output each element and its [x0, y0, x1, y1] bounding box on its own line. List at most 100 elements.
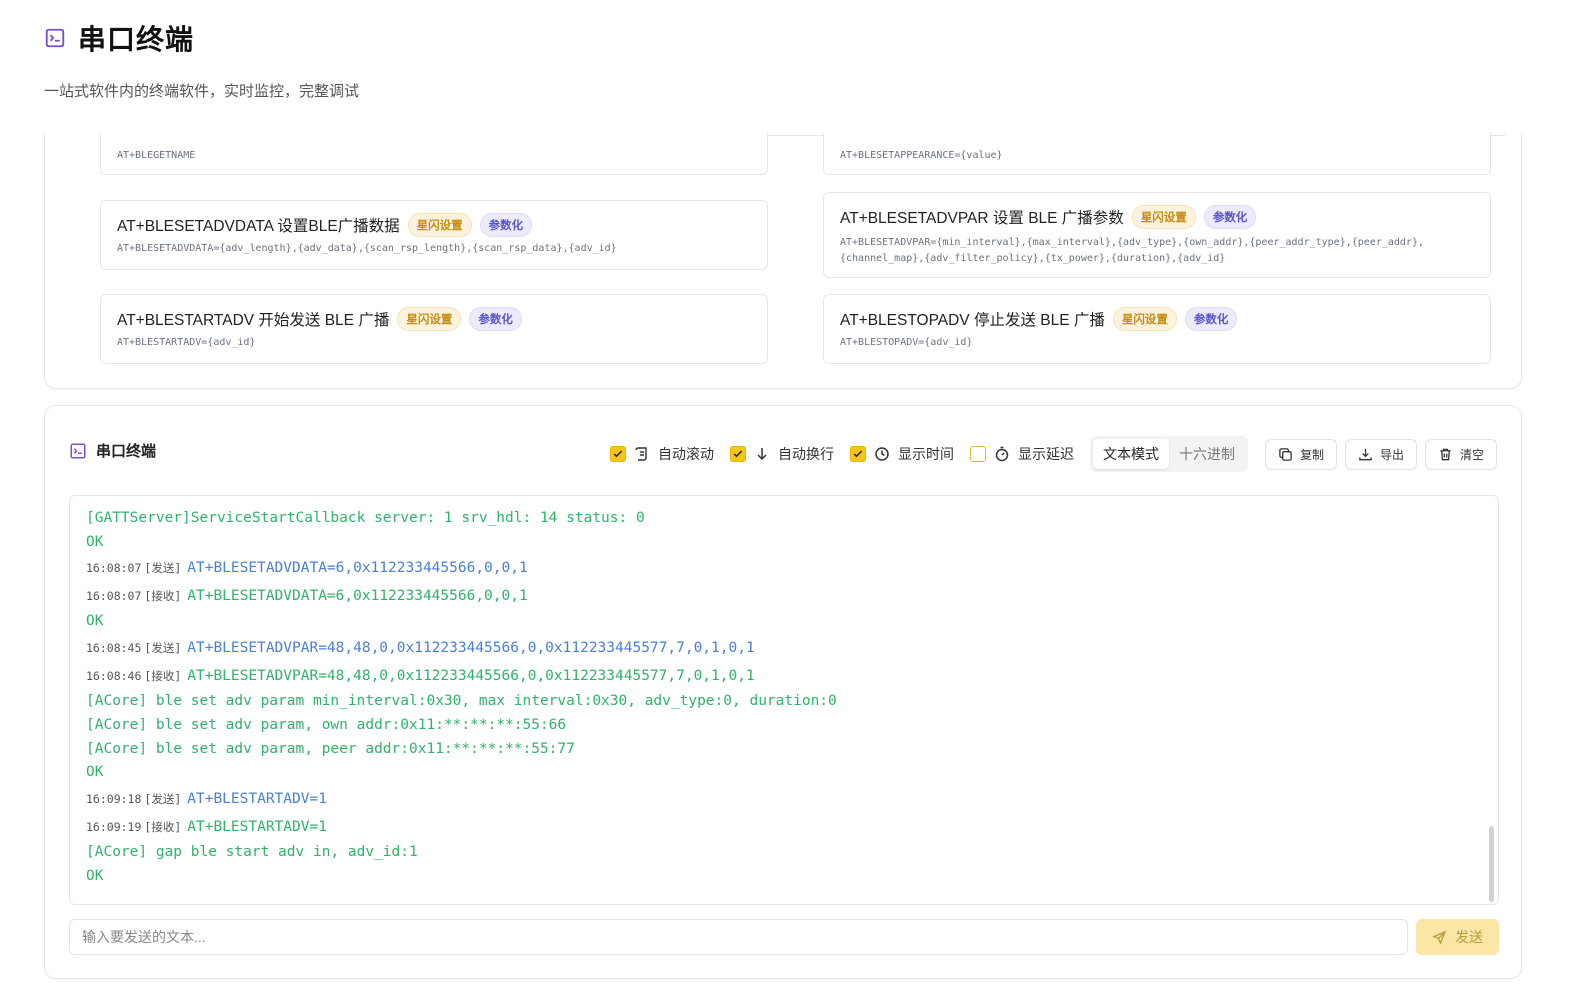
category-badge: 星闪设置	[397, 307, 462, 331]
arrow-down-icon	[754, 446, 770, 462]
log-text: [ACore] ble set adv param min_interval:0…	[86, 693, 837, 710]
log-text: [ACore] ble set adv param, peer addr:0x1…	[86, 740, 575, 757]
command-syntax: AT+BLESETAPPEARANCE={value}	[840, 150, 1003, 161]
log-text: OK	[86, 764, 104, 781]
command-syntax: AT+BLESTARTADV={adv_id}	[117, 337, 256, 348]
log-timestamp: 16:08:07	[86, 561, 142, 576]
log-line: [ACore] gap ble start adv in, adv_id:1	[86, 841, 1482, 865]
terminal-card: 串口终端 自动滚动 自动换行 显示时间 显示延迟 文本模式 十六进制 复制 导出…	[44, 405, 1522, 979]
log-timestamp: 16:09:18	[86, 791, 142, 806]
auto-wrap-checkbox[interactable]	[729, 446, 746, 462]
auto-scroll-label: 自动滚动	[657, 446, 714, 462]
param-badge: 参数化	[1203, 205, 1257, 229]
terminal-toolbar: 自动滚动 自动换行 显示时间 显示延迟 文本模式 十六进制 复制 导出 清空	[609, 436, 1497, 472]
log-text: OK	[86, 867, 104, 884]
log-text: OK	[86, 533, 104, 550]
command-item[interactable]: AT+BLESTOPADV 停止发送 BLE 广播 星闪设置 参数化 AT+BL…	[823, 294, 1491, 364]
log-line: OK	[86, 865, 1482, 889]
send-input[interactable]	[69, 919, 1408, 955]
log-line: OK	[86, 610, 1482, 634]
page-header: 串口终端	[44, 18, 194, 58]
scrollbar-thumb[interactable]	[1489, 826, 1494, 902]
category-badge: 星闪设置	[407, 213, 472, 237]
copy-label: 复制	[1299, 447, 1324, 462]
send-label: 发送	[1455, 929, 1483, 945]
log-text: AT+BLESTARTADV=1	[187, 790, 327, 807]
log-line: OK	[86, 761, 1482, 785]
auto-scroll-option[interactable]: 自动滚动	[609, 444, 714, 464]
param-badge: 参数化	[469, 307, 522, 331]
command-list-card: AT+BLEGETNAME AT+BLESETAPPEARANCE={value…	[44, 133, 1522, 389]
clear-button[interactable]: 清空	[1424, 438, 1497, 470]
log-text: [ACore] gap ble start adv in, adv_id:1	[86, 843, 418, 860]
scroll-icon	[634, 446, 650, 462]
log-text: AT+BLESETADVPAR=48,48,0,0x112233445566,0…	[187, 668, 755, 685]
send-icon	[1432, 930, 1447, 945]
auto-wrap-label: 自动换行	[777, 446, 834, 462]
terminal-title: 串口终端	[96, 443, 157, 460]
command-item[interactable]: AT+BLESTARTADV 开始发送 BLE 广播 星闪设置 参数化 AT+B…	[100, 294, 768, 364]
command-name: AT+BLESETADVDATA 设置BLE广播数据	[117, 218, 400, 235]
auto-scroll-checkbox[interactable]	[609, 446, 626, 462]
param-badge: 参数化	[479, 213, 533, 237]
auto-wrap-option[interactable]: 自动换行	[729, 444, 834, 464]
log-text: AT+BLESETADVPAR=48,48,0,0x112233445566,0…	[187, 640, 755, 657]
show-time-checkbox[interactable]	[849, 446, 866, 462]
send-button[interactable]: 发送	[1416, 919, 1499, 955]
clock-icon	[874, 446, 890, 462]
mode-toggle: 文本模式 十六进制	[1089, 436, 1248, 472]
log-direction: [发送]	[144, 791, 182, 806]
command-name: AT+BLESTARTADV 开始发送 BLE 广播	[117, 312, 390, 329]
command-name: AT+BLESETADVPAR 设置 BLE 广播参数	[840, 210, 1124, 227]
download-icon	[1359, 448, 1372, 460]
timer-icon	[994, 446, 1010, 462]
export-button[interactable]: 导出	[1344, 438, 1417, 470]
command-item[interactable]: AT+BLESETADVPAR 设置 BLE 广播参数 星闪设置 参数化 AT+…	[823, 192, 1491, 278]
log-text: [GATTServer]ServiceStartCallback server:…	[86, 510, 645, 526]
send-row: 发送	[69, 919, 1499, 955]
command-item[interactable]: AT+BLESETAPPEARANCE={value}	[823, 133, 1491, 175]
show-delay-option[interactable]: 显示延迟	[969, 444, 1074, 464]
command-syntax: AT+BLESETADVPAR={min_interval},{max_inte…	[840, 237, 1424, 248]
log-line: 16:09:19 [接收] AT+BLESTARTADV=1	[86, 813, 1482, 841]
command-name: AT+BLESTOPADV 停止发送 BLE 广播	[840, 312, 1105, 329]
page-subtitle: 一站式软件内的终端软件，实时监控，完整调试	[44, 83, 360, 100]
log-direction: [发送]	[144, 641, 182, 656]
copy-button[interactable]: 复制	[1264, 438, 1337, 470]
log-timestamp: 16:08:45	[86, 641, 142, 656]
terminal-icon	[44, 27, 66, 49]
terminal-output[interactable]: [GATTServer]ServiceStartCallback server:…	[69, 495, 1499, 905]
log-line: 16:08:45 [发送] AT+BLESETADVPAR=48,48,0,0x11…	[86, 634, 1482, 662]
command-item[interactable]: AT+BLESETADVDATA 设置BLE广播数据 星闪设置 参数化 AT+B…	[100, 200, 768, 270]
command-syntax-cont: {channel_map},{adv_filter_policy},{tx_po…	[840, 253, 1226, 264]
log-text: AT+BLESETADVDATA=6,0x112233445566,0,0,1	[187, 560, 528, 577]
hex-mode-button[interactable]: 十六进制	[1169, 439, 1245, 469]
category-badge: 星闪设置	[1131, 205, 1196, 229]
log-line: 16:09:18 [发送] AT+BLESTARTADV=1	[86, 785, 1482, 813]
log-timestamp: 16:09:19	[86, 819, 142, 834]
text-mode-button[interactable]: 文本模式	[1092, 439, 1169, 469]
log-line: [ACore] ble set adv param, peer addr:0x1…	[86, 738, 1482, 762]
command-item[interactable]: AT+BLEGETNAME	[100, 133, 768, 175]
show-delay-checkbox[interactable]	[969, 446, 986, 462]
log-line: [GATTServer]ServiceStartCallback server:…	[86, 507, 1482, 531]
log-line: 16:08:07 [接收] AT+BLESETADVDATA=6,0x1122334…	[86, 582, 1482, 610]
terminal-icon	[69, 442, 87, 460]
log-line: 16:08:07 [发送] AT+BLESETADVDATA=6,0x1122334…	[86, 554, 1482, 582]
copy-icon	[1279, 447, 1292, 461]
log-direction: [接收]	[144, 819, 182, 834]
log-timestamp: 16:08:07	[86, 589, 142, 604]
trash-icon	[1440, 448, 1451, 460]
log-line: OK	[86, 531, 1482, 555]
log-text: OK	[86, 613, 104, 630]
command-syntax: AT+BLEGETNAME	[117, 150, 196, 161]
show-delay-label: 显示延迟	[1017, 446, 1074, 462]
page-title: 串口终端	[78, 24, 195, 55]
log-text: [ACore] ble set adv param, own addr:0x11…	[86, 716, 567, 733]
show-time-option[interactable]: 显示时间	[849, 444, 954, 464]
log-line: [ACore] ble set adv param, own addr:0x11…	[86, 714, 1482, 738]
log-text: AT+BLESTARTADV=1	[187, 818, 327, 835]
export-label: 导出	[1379, 447, 1404, 462]
clear-label: 清空	[1459, 447, 1484, 462]
category-badge: 星闪设置	[1112, 307, 1177, 331]
